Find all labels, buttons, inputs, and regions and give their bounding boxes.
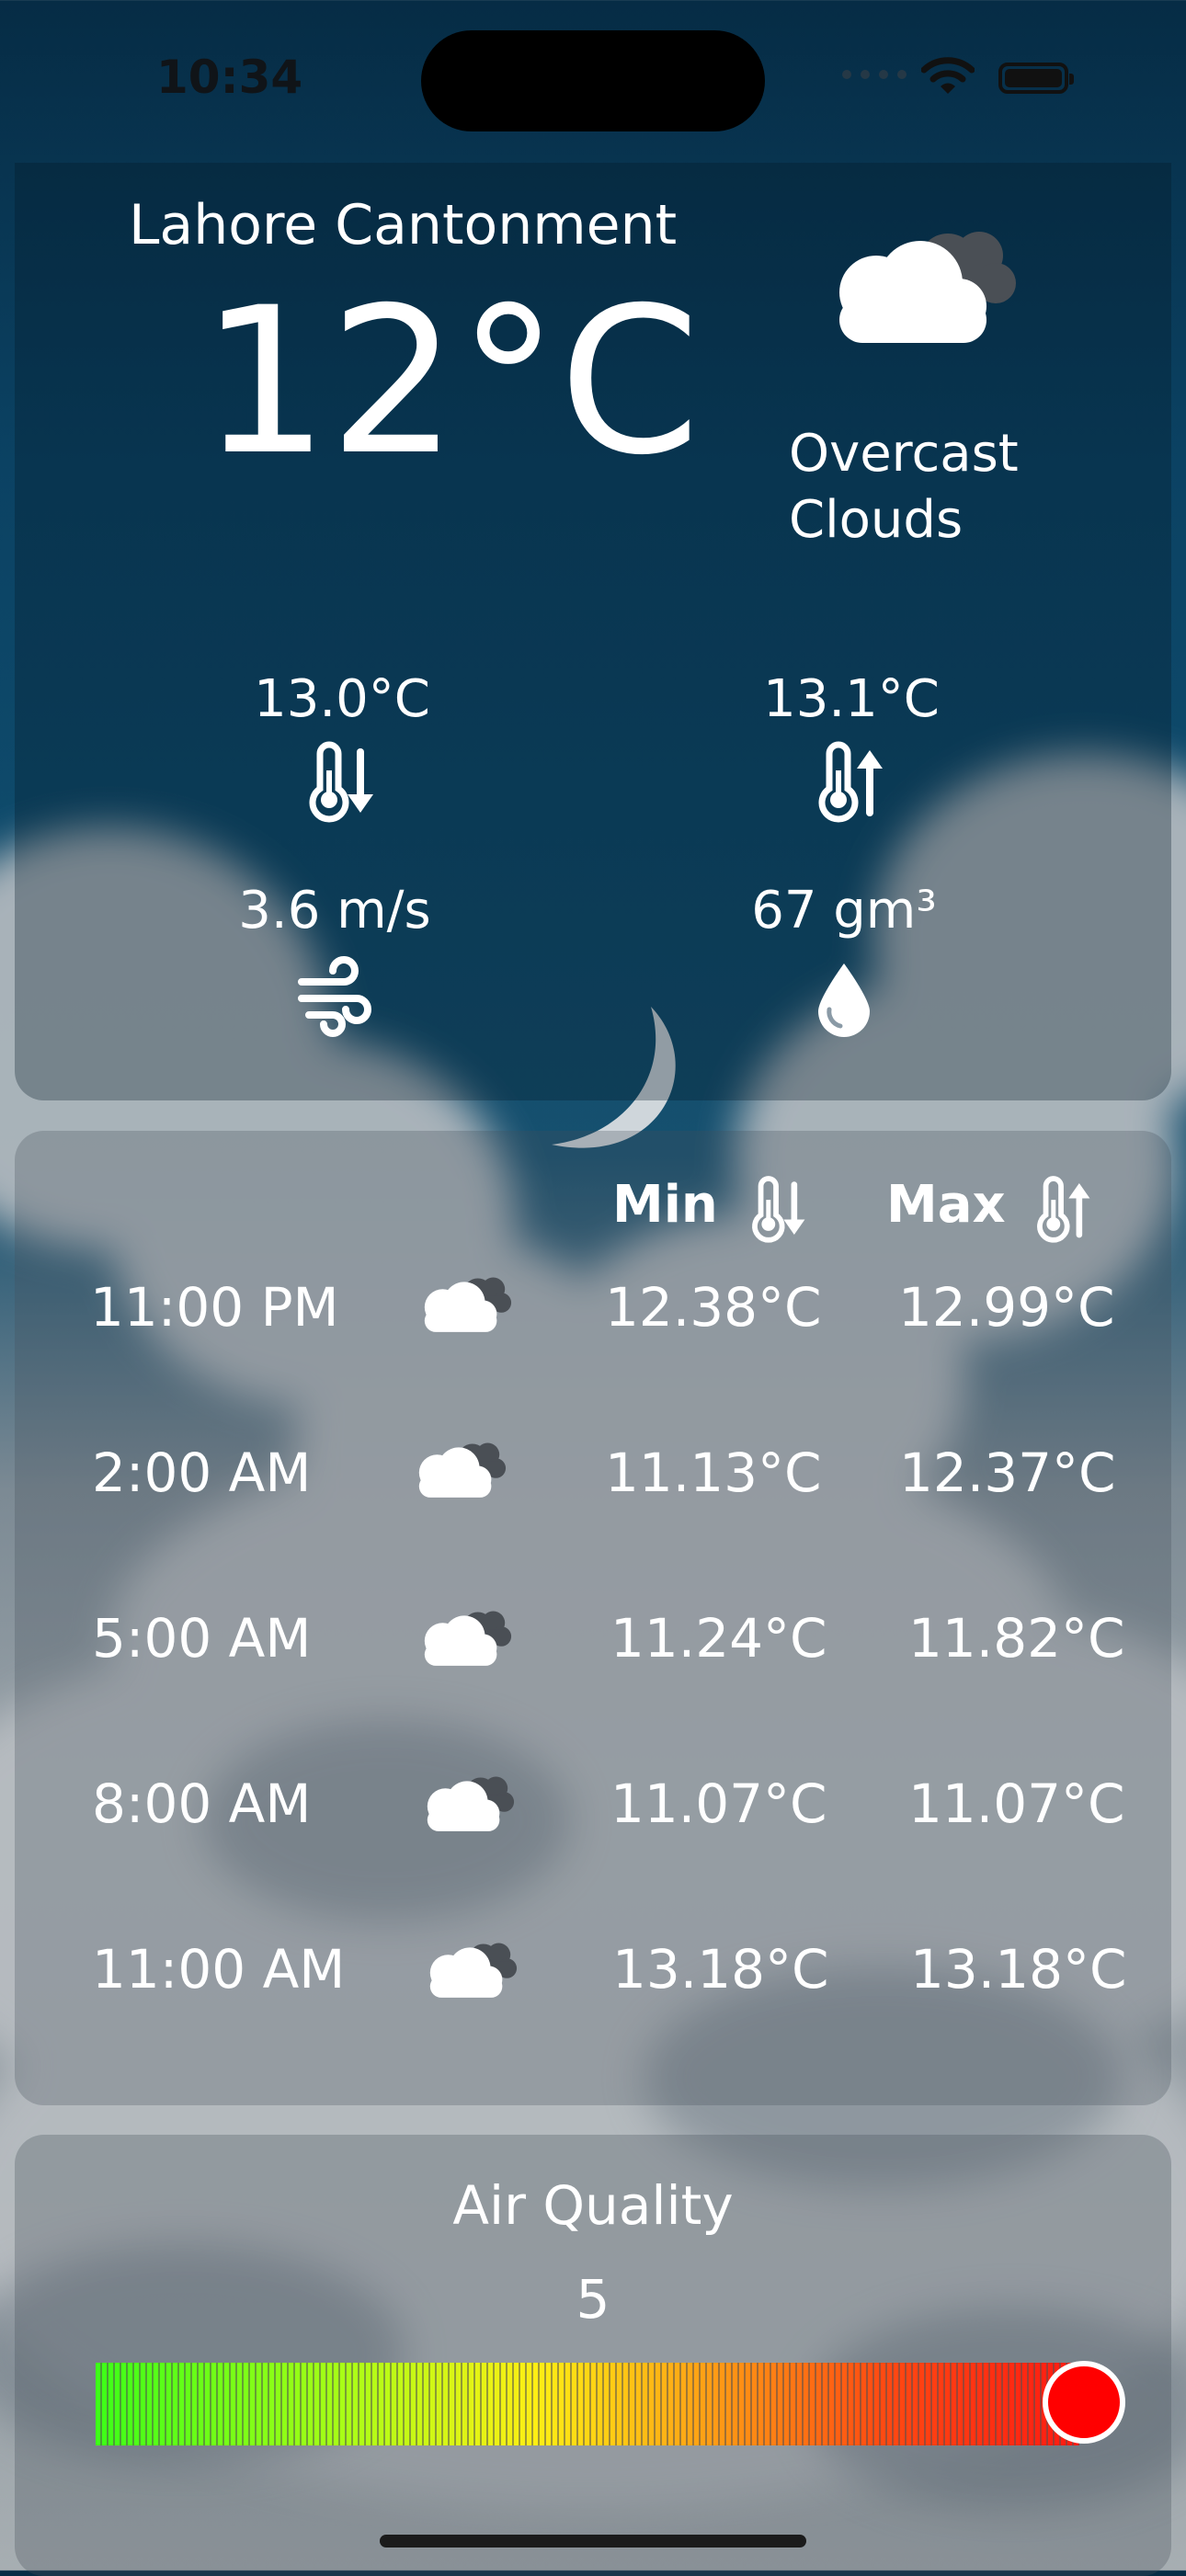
overcast-clouds-icon: [839, 232, 1016, 343]
humidity-value: 67 gm³: [751, 881, 937, 940]
status-time: 10:34: [156, 51, 303, 104]
condition-line-1: Overcast: [789, 424, 1019, 484]
battery-icon: [998, 63, 1074, 94]
forecast-row-time: 8:00 AM: [92, 1772, 312, 1835]
signal-dot: [879, 70, 888, 79]
min-column-header: Min: [612, 1175, 718, 1235]
max-column-header: Max: [886, 1175, 1006, 1235]
forecast-row-time: 11:00 PM: [90, 1276, 339, 1339]
overcast-clouds-icon: [429, 1943, 518, 1998]
overcast-clouds-icon: [418, 1442, 507, 1498]
forecast-row-min: 13.18°C: [612, 1938, 829, 2000]
thermometer-down-icon: [309, 741, 373, 823]
forecast-row-max: 12.99°C: [898, 1276, 1115, 1339]
signal-dot: [897, 70, 907, 79]
condition-text: Overcast Clouds: [789, 421, 1019, 553]
forecast-row-min: 11.07°C: [610, 1772, 827, 1835]
forecast-row-min: 11.24°C: [610, 1607, 827, 1670]
water-drop-icon: [818, 963, 870, 1037]
forecast-row-min: 11.13°C: [605, 1442, 822, 1504]
location-name: Lahore Cantonment: [129, 193, 678, 257]
forecast-row-max: 11.07°C: [908, 1772, 1125, 1835]
overcast-clouds-icon: [424, 1277, 512, 1332]
min-temp-value: 13.0°C: [254, 669, 430, 729]
wind-icon: [298, 956, 371, 1037]
forecast-row-max: 13.18°C: [910, 1938, 1127, 2000]
thermometer-down-icon: [752, 1176, 805, 1243]
air-quality-value: 5: [576, 2268, 610, 2331]
max-temp-value: 13.1°C: [763, 669, 940, 729]
signal-dot: [842, 70, 851, 79]
forecast-row-max: 12.37°C: [899, 1442, 1116, 1504]
thermometer-up-icon: [1037, 1176, 1090, 1243]
overcast-clouds-icon: [427, 1776, 515, 1831]
wifi-icon: [921, 57, 975, 94]
home-indicator[interactable]: [380, 2535, 806, 2548]
signal-dot: [861, 70, 870, 79]
forecast-row-time: 5:00 AM: [92, 1607, 312, 1670]
current-temperature: 12°C: [200, 264, 701, 499]
condition-line-2: Clouds: [789, 490, 964, 550]
air-quality-title: Air Quality: [452, 2174, 734, 2237]
wind-speed-value: 3.6 m/s: [238, 881, 431, 940]
forecast-row-time: 2:00 AM: [92, 1442, 312, 1504]
air-quality-scale: [96, 2363, 1079, 2445]
air-quality-indicator: [1043, 2361, 1125, 2444]
forecast-row-min: 12.38°C: [605, 1276, 822, 1339]
forecast-row-max: 11.82°C: [908, 1607, 1125, 1670]
thermometer-up-icon: [818, 741, 883, 823]
dynamic-island: [421, 30, 765, 131]
forecast-row-time: 11:00 AM: [92, 1938, 346, 2000]
overcast-clouds-icon: [424, 1611, 512, 1666]
